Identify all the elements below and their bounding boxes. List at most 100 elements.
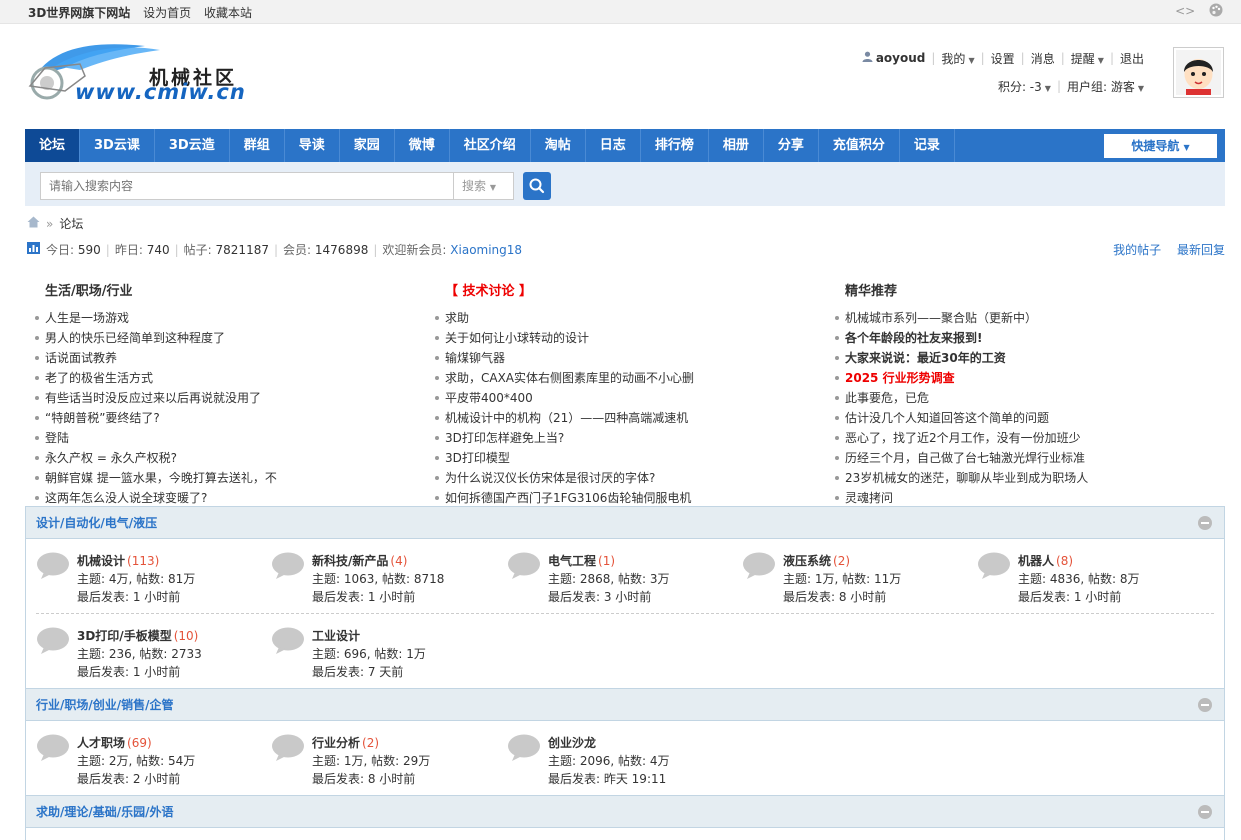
forum-card[interactable]: 行业分析 (2) 主题: 1万, 帖数: 29万 最后发表: 8 小时前 — [271, 732, 501, 792]
forum-name[interactable]: 人才职场 (69) — [77, 734, 152, 751]
forum-last-post[interactable]: 最后发表: 7 天前 — [312, 663, 403, 680]
thread-link[interactable]: 求助，CAXA实体右侧图素库里的动画不小心删 — [425, 368, 815, 388]
forum-card[interactable]: 新科技/新产品 (4) 主题: 1063, 帖数: 8718 最后发表: 1 小时前 — [271, 550, 501, 610]
forum-last-post[interactable]: 最后发表: 1 小时前 — [1018, 588, 1121, 605]
forum-last-post[interactable]: 最后发表: 1 小时前 — [77, 663, 180, 680]
thread-link[interactable]: 为什么说汉仪长仿宋体是很讨厌的字体? — [425, 468, 815, 488]
forum-last-post[interactable]: 最后发表: 2 小时前 — [77, 770, 180, 787]
thread-link[interactable]: 灵魂拷问 — [825, 488, 1215, 508]
nav-item[interactable]: 淘帖 — [531, 129, 586, 162]
forum-card[interactable]: 机械设计 (113) 主题: 4万, 帖数: 81万 最后发表: 1 小时前 — [36, 550, 266, 610]
thread-link[interactable]: 人生是一场游戏 — [25, 308, 415, 328]
quick-nav-button[interactable]: 快捷导航 ▼ — [1104, 134, 1217, 158]
forum-name[interactable]: 液压系统 (2) — [783, 552, 850, 569]
nav-item[interactable]: 3D云课 — [80, 129, 155, 162]
forum-last-post[interactable]: 最后发表: 3 小时前 — [548, 588, 651, 605]
newest-member-link[interactable]: Xiaoming18 — [450, 243, 522, 257]
thread-link[interactable]: 话说面试教养 — [25, 348, 415, 368]
section-title[interactable]: 设计/自动化/电气/液压 — [36, 516, 157, 530]
settings-link[interactable]: 设置 — [991, 50, 1015, 67]
thread-link[interactable]: 平皮带400*400 — [425, 388, 815, 408]
thread-link[interactable]: 机械设计中的机构（21）——四种高端减速机 — [425, 408, 815, 428]
forum-card[interactable]: 3D打印/手板模型 (10) 主题: 236, 帖数: 2733 最后发表: 1 小时… — [36, 625, 266, 685]
thread-link[interactable]: 此事要危，已危 — [825, 388, 1215, 408]
nav-item[interactable]: 家园 — [340, 129, 395, 162]
nav-item[interactable]: 相册 — [709, 129, 764, 162]
nav-item[interactable]: 充值积分 — [819, 129, 900, 162]
code-icon[interactable]: <> — [1175, 4, 1195, 18]
thread-link[interactable]: 求助 — [425, 308, 815, 328]
nav-item[interactable]: 日志 — [586, 129, 641, 162]
palette-icon[interactable] — [1209, 3, 1223, 18]
thread-link[interactable]: 关于如何让小球转动的设计 — [425, 328, 815, 348]
forum-card[interactable]: 机器人 (8) 主题: 4836, 帖数: 8万 最后发表: 1 小时前 — [977, 550, 1207, 610]
usergroup-menu[interactable]: 用户组: 游客 ▼ — [1067, 78, 1144, 95]
collapse-icon[interactable] — [1198, 516, 1212, 530]
search-type-select[interactable]: 搜索 ▼ — [454, 172, 514, 200]
avatar[interactable] — [1173, 47, 1224, 98]
forum-last-post[interactable]: 最后发表: 8 小时前 — [783, 588, 886, 605]
home-icon[interactable] — [27, 216, 40, 231]
thread-link[interactable]: 恶心了，找了近2个月工作，没有一份加班少 — [825, 428, 1215, 448]
forum-name[interactable]: 机械设计 (113) — [77, 552, 159, 569]
thread-link[interactable]: 登陆 — [25, 428, 415, 448]
username-link[interactable]: aoyoud — [876, 51, 926, 65]
forum-last-post[interactable]: 最后发表: 1 小时前 — [77, 588, 180, 605]
nav-item[interactable]: 分享 — [764, 129, 819, 162]
nav-item[interactable]: 社区介绍 — [450, 129, 531, 162]
nav-item[interactable]: 导读 — [285, 129, 340, 162]
forum-name[interactable]: 行业分析 (2) — [312, 734, 379, 751]
logout-link[interactable]: 退出 — [1120, 50, 1144, 67]
forum-name[interactable]: 电气工程 (1) — [548, 552, 615, 569]
forum-last-post[interactable]: 最后发表: 1 小时前 — [312, 588, 415, 605]
collapse-icon[interactable] — [1198, 698, 1212, 712]
forum-card[interactable]: 液压系统 (2) 主题: 1万, 帖数: 11万 最后发表: 8 小时前 — [742, 550, 972, 610]
thread-link[interactable]: 2025 行业形势调查 — [825, 368, 1215, 388]
nav-item[interactable]: 记录 — [900, 129, 955, 162]
thread-link[interactable]: 23岁机械女的迷茫，聊聊从毕业到成为职场人 — [825, 468, 1215, 488]
messages-link[interactable]: 消息 — [1031, 50, 1055, 67]
thread-link[interactable]: 3D打印怎样避免上当? — [425, 428, 815, 448]
set-home-link[interactable]: 设为首页 — [143, 6, 191, 20]
thread-link[interactable]: 老了的极省生活方式 — [25, 368, 415, 388]
forum-name[interactable]: 工业设计 — [312, 627, 360, 644]
bookmark-link[interactable]: 收藏本站 — [204, 6, 252, 20]
my-posts-link[interactable]: 我的帖子 — [1113, 243, 1161, 257]
forum-last-post[interactable]: 最后发表: 昨天 19:11 — [548, 770, 666, 787]
thread-link[interactable]: 男人的快乐已经简单到这种程度了 — [25, 328, 415, 348]
nav-item[interactable]: 3D云造 — [155, 129, 230, 162]
thread-link[interactable]: 3D打印模型 — [425, 448, 815, 468]
forum-card[interactable]: 工业设计 主题: 696, 帖数: 1万 最后发表: 7 天前 — [271, 625, 501, 685]
collapse-icon[interactable] — [1198, 805, 1212, 819]
thread-link[interactable]: “特朗普税”要终结了? — [25, 408, 415, 428]
site-brand-link[interactable]: 3D世界网旗下网站 — [28, 6, 130, 20]
thread-link[interactable]: 输煤铆气器 — [425, 348, 815, 368]
reminders-menu[interactable]: 提醒 ▼ — [1071, 50, 1104, 67]
forum-name[interactable]: 新科技/新产品 (4) — [312, 552, 407, 569]
my-menu[interactable]: 我的 ▼ — [941, 50, 974, 67]
thread-link[interactable]: 估计没几个人知道回答这个简单的问题 — [825, 408, 1215, 428]
thread-link[interactable]: 永久产权 = 永久产权税? — [25, 448, 415, 468]
search-input[interactable] — [40, 172, 454, 200]
thread-link[interactable]: 大家来说说：最近30年的工资 — [825, 348, 1215, 368]
thread-link[interactable]: 朝鲜官媒 提一篮水果，今晚打算去送礼，不 — [25, 468, 415, 488]
nav-item[interactable]: 排行榜 — [641, 129, 709, 162]
thread-link[interactable]: 如何拆德国产西门子1FG3106齿轮轴伺服电机 — [425, 488, 815, 508]
section-title[interactable]: 行业/职场/创业/销售/企管 — [36, 698, 174, 712]
forum-card[interactable]: 创业沙龙 主题: 2096, 帖数: 4万 最后发表: 昨天 19:11 — [507, 732, 737, 792]
site-logo[interactable]: 机械社区 www.cmiw.cn — [25, 36, 265, 104]
nav-item[interactable]: 群组 — [230, 129, 285, 162]
thread-link[interactable]: 历经三个月，自己做了台七轴激光焊行业标准 — [825, 448, 1215, 468]
thread-link[interactable]: 各个年龄段的社友来报到! — [825, 328, 1215, 348]
forum-name[interactable]: 3D打印/手板模型 (10) — [77, 627, 198, 644]
thread-link[interactable]: 这两年怎么没人说全球变暖了? — [25, 488, 415, 508]
forum-card[interactable]: 人才职场 (69) 主题: 2万, 帖数: 54万 最后发表: 2 小时前 — [36, 732, 266, 792]
section-title[interactable]: 求助/理论/基础/乐园/外语 — [36, 805, 174, 819]
forum-name[interactable]: 机器人 (8) — [1018, 552, 1073, 569]
thread-link[interactable]: 机械城市系列——聚合贴（更新中） — [825, 308, 1215, 328]
nav-item[interactable]: 论坛 — [25, 129, 81, 162]
points-menu[interactable]: 积分: -3 ▼ — [998, 78, 1051, 95]
thread-link[interactable]: 有些话当时没反应过来以后再说就没用了 — [25, 388, 415, 408]
latest-replies-link[interactable]: 最新回复 — [1177, 243, 1225, 257]
forum-last-post[interactable]: 最后发表: 8 小时前 — [312, 770, 415, 787]
